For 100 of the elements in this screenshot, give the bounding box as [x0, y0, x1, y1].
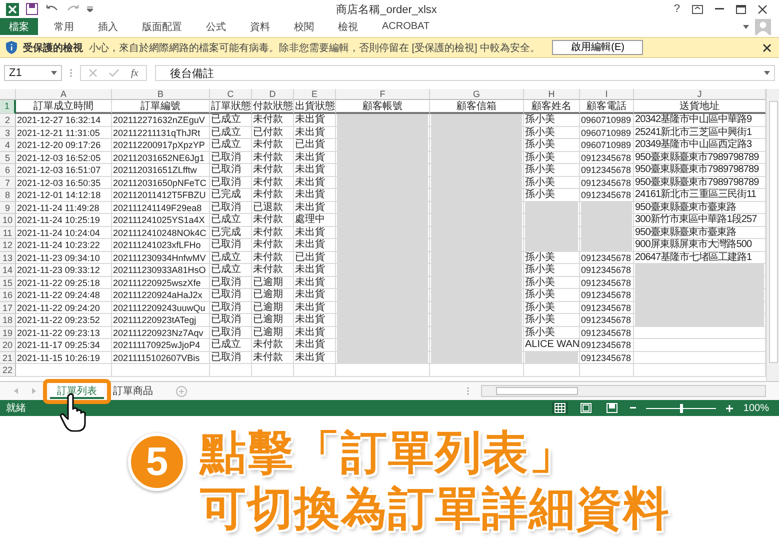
column-header[interactable]: B [112, 89, 210, 100]
row-header[interactable]: 11 [0, 226, 16, 239]
table-cell: 2021-11-23 09:33:12 [16, 264, 112, 276]
column-header[interactable]: H [524, 89, 580, 100]
table-cell: 0912345678 [580, 314, 634, 326]
row-header[interactable]: 1 [0, 100, 16, 114]
table-cell: 2021-12-03 16:50:35 [16, 176, 112, 189]
column-header[interactable]: E [294, 89, 336, 100]
ribbon-tab[interactable]: 版面配置 [130, 18, 194, 35]
column-heading-cell: 訂單成立時間 [16, 100, 112, 114]
row-header[interactable]: 4 [0, 139, 16, 152]
row-header[interactable]: 21 [0, 352, 16, 364]
column-header[interactable]: J [634, 89, 766, 100]
zoom-level[interactable]: 100% [743, 402, 769, 414]
table-cell: 0912345678 [580, 176, 634, 189]
row-header[interactable]: 5 [0, 152, 16, 164]
expand-caret-icon[interactable] [764, 71, 770, 75]
table-cell: 已出貨 [294, 252, 336, 264]
table-cell: 未出貨 [294, 352, 336, 364]
table-cell: 未出貨 [294, 239, 336, 252]
page-break-icon[interactable] [604, 402, 620, 414]
check-icon[interactable] [109, 69, 119, 77]
ribbon-tab[interactable]: 常用 [42, 18, 86, 35]
table-cell: 未出貨 [294, 326, 336, 339]
vertical-scrollbar[interactable] [766, 89, 779, 381]
table-cell: 未出貨 [294, 314, 336, 326]
row-header[interactable]: 19 [0, 326, 16, 339]
column-header[interactable]: F [336, 89, 430, 100]
table-cell: 已取消 [210, 202, 252, 214]
row-header[interactable]: 14 [0, 264, 16, 276]
table-cell: 未付款 [252, 252, 294, 264]
table-cell: 202111241025YS1a4X [112, 214, 210, 226]
sheet-tab[interactable]: 訂單商品 [106, 383, 160, 399]
save-icon[interactable] [26, 3, 38, 15]
insert-function-button[interactable]: fx [131, 68, 138, 78]
row-header[interactable]: 7 [0, 176, 16, 189]
table-cell: 202111170925wJjoP4 [112, 339, 210, 352]
table-cell: 未付款 [252, 114, 294, 126]
row-header[interactable]: 22 [0, 364, 16, 376]
page-layout-icon[interactable] [578, 402, 594, 414]
column-header[interactable]: G [430, 89, 524, 100]
table-cell: 已逾期 [252, 314, 294, 326]
caret-icon[interactable] [743, 24, 749, 28]
close-icon[interactable] [758, 4, 768, 14]
table-cell: 0960710989 [580, 114, 634, 126]
table-cell: 未付款 [252, 189, 294, 202]
row-header[interactable]: 12 [0, 239, 16, 252]
maximize-icon[interactable] [736, 4, 746, 14]
ribbon-tab[interactable]: 資料 [238, 18, 282, 35]
minimize-icon[interactable] [715, 8, 724, 10]
name-box[interactable]: Z1 [4, 65, 62, 81]
horizontal-scrollbar[interactable] [481, 385, 766, 397]
table-cell: 已取消 [210, 352, 252, 364]
ribbon-tab[interactable]: ACROBAT [370, 18, 442, 35]
ribbon-tab[interactable]: 公式 [194, 18, 238, 35]
table-cell: 0912345678 [580, 326, 634, 339]
row-header[interactable]: 2 [0, 114, 16, 126]
close-icon[interactable] [763, 44, 771, 52]
table-cell: 未付款 [252, 176, 294, 189]
row-header[interactable]: 8 [0, 189, 16, 202]
ribbon-tab[interactable]: 檔案 [0, 18, 38, 35]
table-cell: 202112031651ZLfftw [112, 164, 210, 176]
normal-view-icon[interactable] [552, 402, 568, 414]
ribbon-display-icon[interactable] [692, 4, 704, 14]
row-header[interactable]: 18 [0, 314, 16, 326]
row-header[interactable]: 9 [0, 202, 16, 214]
table-cell: 0912345678 [580, 276, 634, 289]
drag-handle-icon[interactable] [70, 69, 72, 77]
column-header[interactable]: A [16, 89, 112, 100]
table-cell: 2021-11-24 10:25:19 [16, 214, 112, 226]
formula-input[interactable]: 後台備註 [155, 65, 775, 81]
row-header[interactable]: 15 [0, 276, 16, 289]
zoom-in-icon[interactable] [726, 404, 734, 412]
table-cell: 已取消 [210, 289, 252, 302]
ribbon-tab[interactable]: 插入 [86, 18, 130, 35]
help-button[interactable]: ? [674, 3, 680, 15]
column-header[interactable]: C [210, 89, 252, 100]
row-header[interactable]: 20 [0, 339, 16, 352]
row-header[interactable]: 6 [0, 164, 16, 176]
column-header[interactable]: D [252, 89, 294, 100]
column-header[interactable]: I [580, 89, 634, 100]
table-cell: 已取消 [210, 164, 252, 176]
table-cell: 已取消 [210, 314, 252, 326]
row-header[interactable]: 16 [0, 289, 16, 302]
row-header[interactable]: 17 [0, 302, 16, 314]
customize-caret-icon[interactable] [87, 6, 93, 12]
row-header[interactable]: 3 [0, 126, 16, 139]
table-cell: 處理中 [294, 214, 336, 226]
table-cell: 2021-12-21 11:31:05 [16, 126, 112, 139]
splitter-handle-icon[interactable] [467, 387, 469, 395]
table-cell: 未出貨 [294, 302, 336, 314]
enable-editing-button[interactable]: 啟用編輯(E) [552, 40, 644, 55]
ribbon-tab[interactable]: 檢視 [326, 18, 370, 35]
table-cell: 202111220924aHaJ2x [112, 289, 210, 302]
row-header[interactable]: 13 [0, 252, 16, 264]
row-header[interactable]: 10 [0, 214, 16, 226]
table-cell: 0912345678 [580, 164, 634, 176]
ribbon-tab[interactable]: 校閱 [282, 18, 326, 35]
empty-cell [580, 364, 634, 376]
table-cell: 已取消 [210, 176, 252, 189]
